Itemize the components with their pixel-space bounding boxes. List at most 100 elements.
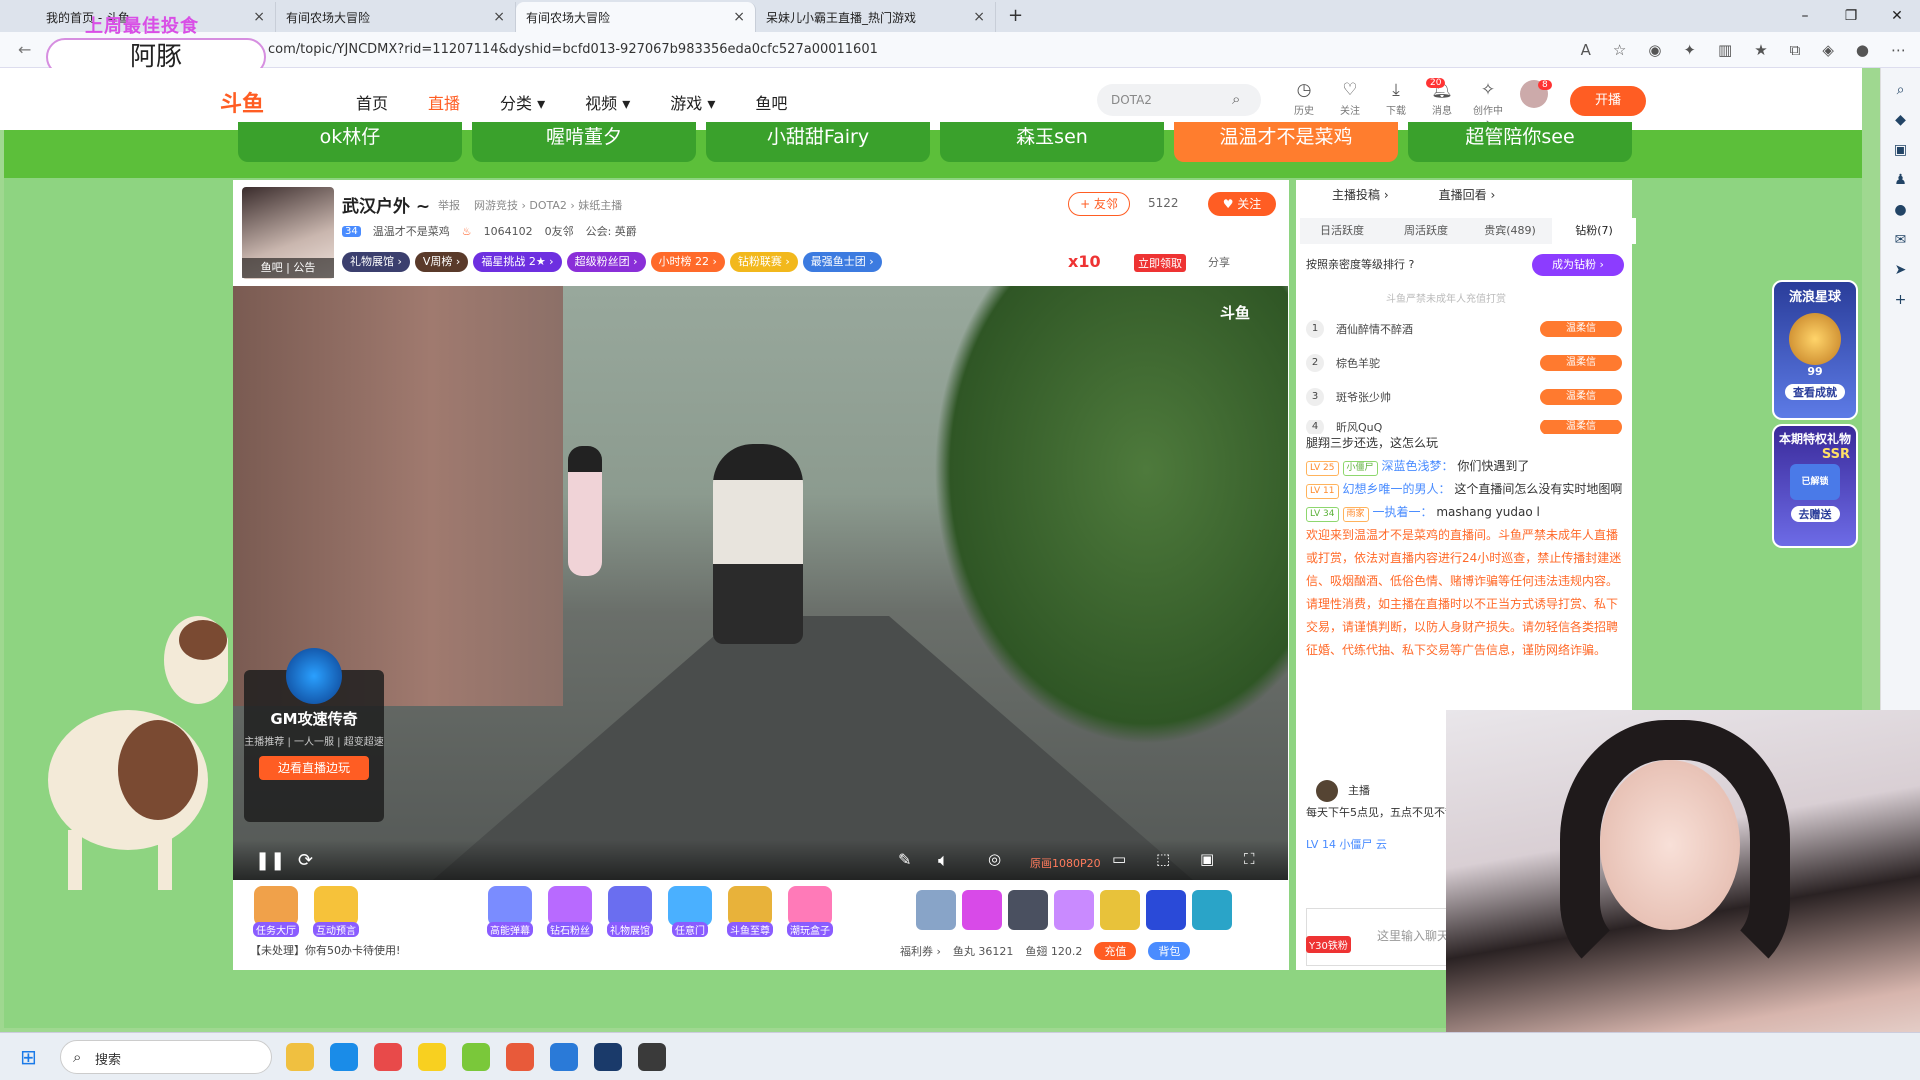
follow-button[interactable]: ♥ 关注 bbox=[1208, 192, 1276, 216]
avatar-label[interactable]: 鱼吧 | 公告 bbox=[242, 258, 334, 278]
add-icon[interactable]: + bbox=[1881, 292, 1920, 308]
puzzle-icon[interactable]: ✦ bbox=[1683, 41, 1696, 59]
pill-hour-rank[interactable]: 小时榜 22 › bbox=[650, 252, 725, 272]
recommend-item[interactable]: 超管陪你see bbox=[1408, 122, 1632, 162]
backpack-button[interactable]: 背包 bbox=[1148, 942, 1191, 960]
douyu-logo[interactable]: 斗鱼 bbox=[220, 86, 264, 118]
pill-lucky-star[interactable]: 福星挑战 2★ › bbox=[473, 252, 562, 272]
collections-icon[interactable]: ⧉ bbox=[1790, 41, 1801, 59]
app-icon[interactable]: ● bbox=[1881, 202, 1920, 218]
explorer-icon[interactable] bbox=[286, 1042, 314, 1071]
app-icon[interactable] bbox=[462, 1042, 490, 1071]
view-achievement-button[interactable]: 查看成就 bbox=[1785, 384, 1845, 400]
send-icon[interactable]: ➤ bbox=[1881, 262, 1920, 278]
game-ad-card[interactable]: GM攻速传奇 主播推荐 | 一人一服 | 超变超速 边看直播边玩 bbox=[244, 648, 384, 822]
add-friend-button[interactable]: + 友邻 bbox=[1068, 192, 1130, 216]
gift-item-icon[interactable] bbox=[1146, 890, 1186, 930]
favorite-icon[interactable]: ☆ bbox=[1613, 41, 1626, 59]
shield-icon[interactable]: ◈ bbox=[1822, 41, 1834, 59]
pause-icon[interactable]: ❚❚ bbox=[255, 850, 285, 871]
search-icon[interactable]: ⌕ bbox=[1881, 82, 1920, 98]
briefcase-icon[interactable]: ▣ bbox=[1881, 142, 1920, 158]
tag-icon[interactable]: ◆ bbox=[1881, 112, 1920, 128]
video-player[interactable] bbox=[233, 286, 1288, 880]
nav-game[interactable]: 游戏 ▾ bbox=[670, 90, 715, 114]
host-name[interactable]: 温温才不是菜鸡 bbox=[373, 223, 450, 239]
gift-feature[interactable]: 斗鱼至尊 bbox=[724, 886, 776, 937]
tab-weekly[interactable]: 周活跃度 bbox=[1384, 218, 1468, 244]
app-icon[interactable] bbox=[374, 1042, 402, 1071]
recommend-item[interactable]: ok林仔 bbox=[238, 122, 462, 162]
nav-yuba[interactable]: 鱼吧 bbox=[755, 90, 787, 114]
gift-item-icon[interactable] bbox=[962, 890, 1002, 930]
close-icon[interactable]: × bbox=[733, 9, 745, 25]
rank-row[interactable]: 1 酒仙醉情不醉酒 温柔信 bbox=[1306, 320, 1622, 338]
search-icon[interactable]: ⌕ bbox=[1232, 90, 1240, 108]
url-text[interactable]: com/topic/YJNCDMX?rid=11207114&dyshid=bc… bbox=[268, 42, 1581, 57]
pill-strong-team[interactable]: 最强鱼士团 › bbox=[802, 252, 882, 272]
tab-live[interactable]: 呆妹儿小霸王直播_热门游戏 × bbox=[756, 2, 996, 32]
fullscreen-icon[interactable]: ⛶ bbox=[1244, 850, 1255, 868]
edge-icon[interactable] bbox=[330, 1042, 358, 1071]
rank-row[interactable]: 2 棕色羊驼 温柔信 bbox=[1306, 354, 1622, 372]
tab-diamond[interactable]: 钻粉(7) bbox=[1552, 218, 1636, 244]
split-icon[interactable]: ▥ bbox=[1718, 41, 1732, 59]
quality-selector[interactable]: 原画1080P20 bbox=[1030, 855, 1101, 871]
close-icon[interactable]: × bbox=[493, 9, 505, 25]
gift-feature[interactable]: 钻石粉丝 bbox=[544, 886, 596, 937]
gift-feature[interactable]: 任意门 bbox=[664, 886, 716, 937]
nav-category[interactable]: 分类 ▾ bbox=[500, 90, 545, 114]
favorites-icon[interactable]: ★ bbox=[1754, 41, 1767, 59]
recommend-item-active[interactable]: 温温才不是菜鸡 bbox=[1174, 122, 1398, 162]
pill-gift-gallery[interactable]: 礼物展馆 › bbox=[342, 252, 410, 272]
recommend-item[interactable]: 喔啃董夕 bbox=[472, 122, 696, 162]
more-icon[interactable]: ⋯ bbox=[1891, 41, 1906, 59]
gift-feature[interactable]: 礼物展馆 bbox=[604, 886, 656, 937]
app-icon[interactable] bbox=[418, 1042, 446, 1071]
card-notice[interactable]: 【未处理】你有50办卡待使用! bbox=[250, 942, 400, 958]
nav-live[interactable]: 直播 bbox=[428, 90, 460, 114]
prediction-button[interactable]: 互动预言 bbox=[310, 886, 362, 937]
recommend-item[interactable]: 小甜甜Fairy bbox=[706, 122, 930, 162]
gift-feature[interactable]: 潮玩盒子 bbox=[784, 886, 836, 937]
welfare-link[interactable]: 福利券 › bbox=[900, 943, 941, 959]
nav-video[interactable]: 视频 ▾ bbox=[585, 90, 630, 114]
close-window-icon[interactable]: ✕ bbox=[1874, 0, 1920, 32]
game-ad-play-button[interactable]: 边看直播边玩 bbox=[259, 756, 369, 780]
back-icon[interactable]: ← bbox=[18, 40, 31, 59]
recommend-item[interactable]: 森玉sen bbox=[940, 122, 1164, 162]
gift-item-icon[interactable] bbox=[1054, 890, 1094, 930]
recharge-button[interactable]: 充值 bbox=[1094, 942, 1137, 960]
tab-farm-2[interactable]: 有间农场大冒险 × bbox=[516, 2, 756, 32]
steam-icon[interactable] bbox=[594, 1042, 622, 1071]
rank-row[interactable]: 3 斑爷张少帅 温柔信 bbox=[1306, 388, 1622, 406]
start-icon[interactable]: ⊞ bbox=[20, 1045, 37, 1069]
webfullscreen-icon[interactable]: ▣ bbox=[1200, 850, 1214, 868]
restore-icon[interactable]: ❐ bbox=[1828, 0, 1874, 32]
pill-fan-club[interactable]: 超级粉丝团 › bbox=[566, 252, 646, 272]
widescreen-icon[interactable]: ⬚ bbox=[1156, 850, 1170, 868]
report-link[interactable]: 举报 bbox=[438, 197, 460, 213]
close-icon[interactable]: × bbox=[253, 9, 265, 25]
host-submit-link[interactable]: 主播投稿 › bbox=[1332, 186, 1389, 203]
tab-daily[interactable]: 日活跃度 bbox=[1300, 218, 1384, 244]
become-diamond-button[interactable]: 成为钻粉 › bbox=[1532, 254, 1624, 276]
category-breadcrumb[interactable]: 网游竞技 › DOTA2 › 妹纸主播 bbox=[474, 197, 622, 213]
app-icon[interactable] bbox=[506, 1042, 534, 1071]
gift-item-icon[interactable] bbox=[1192, 890, 1232, 930]
app-icon[interactable] bbox=[638, 1042, 666, 1071]
app-icon[interactable] bbox=[550, 1042, 578, 1071]
minimize-icon[interactable]: – bbox=[1782, 0, 1828, 32]
danmaku-icon[interactable]: ◎ bbox=[988, 850, 1001, 868]
outlook-icon[interactable]: ✉ bbox=[1881, 232, 1920, 248]
edit-icon[interactable]: ✎ bbox=[898, 850, 911, 869]
gift-item-icon[interactable] bbox=[916, 890, 956, 930]
people-icon[interactable]: ♟ bbox=[1881, 172, 1920, 188]
pip-icon[interactable]: ▭ bbox=[1112, 850, 1126, 868]
read-aloud-icon[interactable]: A bbox=[1581, 41, 1591, 59]
share-button[interactable]: 分享 bbox=[1208, 254, 1230, 270]
fan-badge[interactable]: Y30铁粉 bbox=[1306, 936, 1351, 953]
send-gift-button[interactable]: 去赠送 bbox=[1790, 506, 1840, 522]
nav-home[interactable]: 首页 bbox=[356, 90, 388, 114]
task-hall-button[interactable]: 任务大厅 bbox=[250, 886, 302, 937]
